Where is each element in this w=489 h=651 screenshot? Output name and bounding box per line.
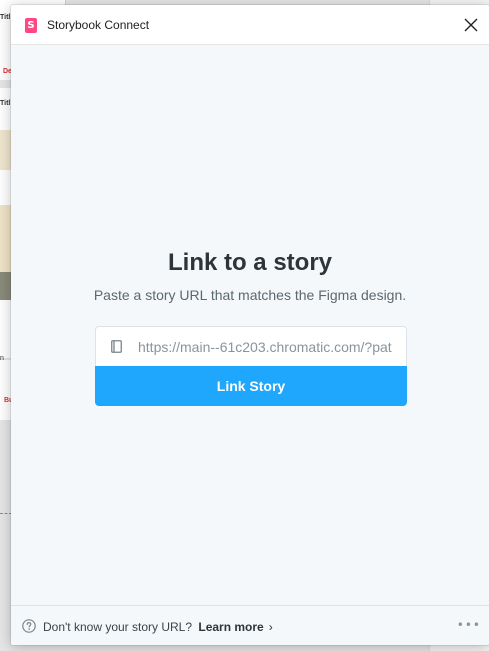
story-url-field[interactable] [95,326,407,366]
close-button[interactable] [461,15,481,35]
page-subtitle: Paste a story URL that matches the Figma… [93,287,407,303]
footer-help: Don't know your story URL? Learn more › [43,620,273,634]
document-icon [110,340,122,354]
canvas-text: Titl [0,100,11,107]
more-options-icon[interactable]: ••• [457,618,481,632]
plugin-content: Link to a story Paste a story URL that m… [11,45,489,605]
learn-more-link[interactable]: Learn more › [198,620,272,634]
logo-letter: S [27,20,35,31]
canvas-text: Titl [0,14,11,21]
link-story-button[interactable]: Link Story [95,366,407,406]
canvas-text: n [0,355,4,362]
close-icon [464,18,478,32]
plugin-titlebar: S Storybook Connect [11,5,489,45]
plugin-window: S Storybook Connect Link to a story Past… [11,5,489,645]
help-icon [22,619,36,633]
chevron-right-icon: › [268,620,273,634]
story-url-input[interactable] [136,337,394,356]
learn-more-label: Learn more [198,620,264,634]
page-title: Link to a story [167,249,333,276]
footer-help-text: Don't know your story URL? [43,620,193,634]
plugin-footer: Don't know your story URL? Learn more › •… [11,605,489,645]
plugin-title: Storybook Connect [47,18,150,32]
storybook-logo-icon: S [25,18,37,33]
